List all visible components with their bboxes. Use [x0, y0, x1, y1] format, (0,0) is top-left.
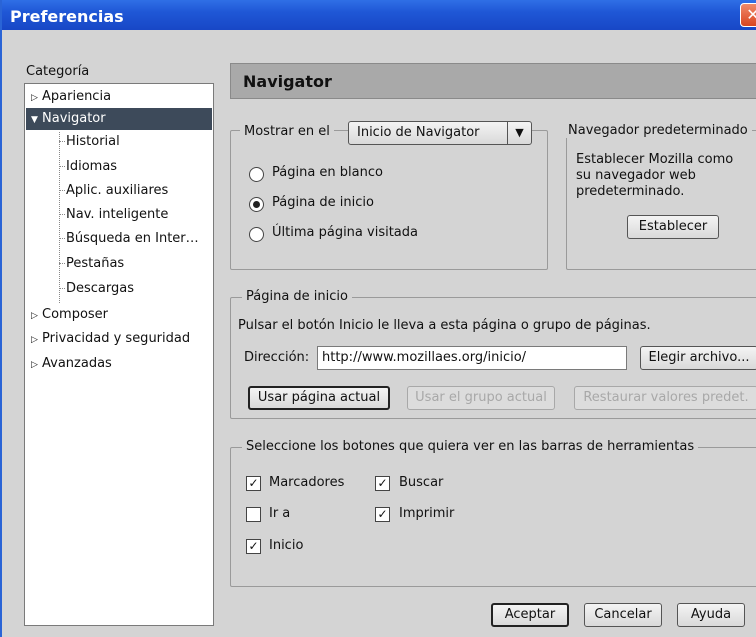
title-bar: Preferencias ✕: [2, 0, 756, 30]
homepage-description: Pulsar el botón Inicio le lleva a esta p…: [238, 318, 651, 333]
default-browser-text: Establecer Mozilla como su navegador web…: [576, 152, 734, 199]
toolbars-legend: Seleccione los botones que quiera ver en…: [242, 439, 699, 454]
address-input[interactable]: http://www.mozillaes.org/inicio/: [317, 346, 627, 370]
check-goto[interactable]: [246, 507, 261, 522]
toolbars-group: [230, 447, 756, 587]
radio-last-page[interactable]: [249, 227, 264, 242]
tree-connector-line: [59, 132, 60, 303]
check-home-label[interactable]: Inicio: [269, 538, 303, 553]
use-current-page-button[interactable]: Usar página actual: [248, 386, 390, 410]
default-browser-group: [566, 130, 756, 270]
radio-home-page[interactable]: [249, 197, 264, 212]
category-item-privacidad[interactable]: ▷ Privacidad y seguridad: [31, 328, 190, 350]
check-print[interactable]: ✓: [375, 507, 390, 522]
check-search[interactable]: ✓: [375, 476, 390, 491]
category-child-idiomas[interactable]: Idiomas: [59, 157, 117, 177]
category-child-descargas[interactable]: Descargas: [59, 279, 134, 299]
panel-title: Navigator: [230, 63, 756, 99]
check-print-label[interactable]: Imprimir: [399, 506, 454, 521]
ok-button[interactable]: Aceptar: [491, 603, 569, 627]
category-child-busqueda[interactable]: Búsqueda en Inter…: [59, 229, 199, 249]
category-tree[interactable]: ▷ Apariencia ▼ Navigator Historial Idiomas…: [24, 83, 214, 626]
default-browser-legend: Navegador predeterminado: [564, 123, 752, 138]
category-item-apariencia[interactable]: ▷ Apariencia: [31, 86, 111, 108]
category-label: Categoría: [26, 64, 90, 79]
homepage-legend: Página de inicio: [242, 289, 352, 304]
expanded-arrow-icon[interactable]: ▼: [31, 109, 40, 131]
choose-file-button[interactable]: Elegir archivo...: [640, 346, 756, 370]
radio-blank-page-label[interactable]: Página en blanco: [272, 165, 383, 180]
category-child-aplic-auxiliares[interactable]: Aplic. auxiliares: [59, 181, 168, 201]
category-item-navigator[interactable]: ▼ Navigator: [26, 108, 212, 130]
collapsed-arrow-icon[interactable]: ▷: [31, 354, 40, 376]
close-icon[interactable]: ✕: [740, 3, 756, 27]
check-bookmarks[interactable]: ✓: [246, 476, 261, 491]
radio-home-page-label[interactable]: Página de inicio: [272, 195, 374, 210]
window-title: Preferencias: [10, 7, 124, 26]
use-current-group-button: Usar el grupo actual: [407, 386, 555, 410]
category-item-composer[interactable]: ▷ Composer: [31, 304, 108, 326]
set-default-button[interactable]: Establecer: [627, 215, 719, 239]
check-bookmarks-label[interactable]: Marcadores: [269, 475, 344, 490]
collapsed-arrow-icon[interactable]: ▷: [31, 329, 40, 351]
radio-last-page-label[interactable]: Última página visitada: [272, 225, 418, 240]
category-child-pestanas[interactable]: Pestañas: [59, 254, 124, 274]
collapsed-arrow-icon[interactable]: ▷: [31, 305, 40, 327]
dropdown-arrow-icon[interactable]: ▼: [507, 122, 531, 144]
collapsed-arrow-icon[interactable]: ▷: [31, 87, 40, 109]
startup-select[interactable]: Inicio de Navigator ▼: [348, 121, 532, 145]
address-label: Dirección:: [244, 350, 310, 365]
radio-blank-page[interactable]: [249, 167, 264, 182]
startup-legend: Mostrar en el: [240, 124, 334, 139]
check-search-label[interactable]: Buscar: [399, 475, 443, 490]
startup-select-value: Inicio de Navigator: [357, 125, 480, 140]
category-child-nav-inteligente[interactable]: Nav. inteligente: [59, 205, 168, 225]
check-home[interactable]: ✓: [246, 539, 261, 554]
category-item-avanzadas[interactable]: ▷ Avanzadas: [31, 353, 112, 375]
cancel-button[interactable]: Cancelar: [584, 603, 662, 627]
check-goto-label[interactable]: Ir a: [269, 506, 290, 521]
restore-defaults-button: Restaurar valores predet.: [574, 386, 756, 410]
category-child-historial[interactable]: Historial: [59, 132, 120, 152]
help-button[interactable]: Ayuda: [677, 603, 745, 627]
preferences-window: Preferencias ✕ Categoría ▷ Apariencia ▼ Na…: [0, 0, 756, 637]
